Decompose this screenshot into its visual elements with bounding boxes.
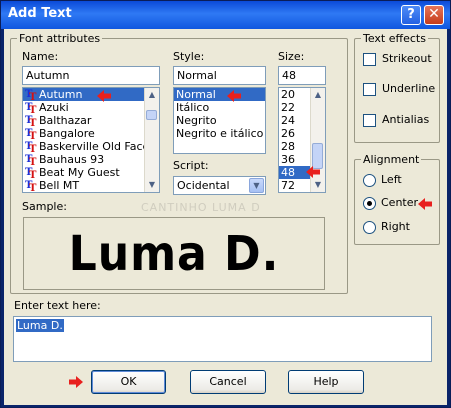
list-items: T T Autumn T T Azuki T T Balthazar T T Bangalore T T B…	[23, 88, 159, 192]
truetype-font-icon: TT	[25, 127, 37, 142]
align-right-radio[interactable]	[363, 221, 376, 234]
script-value: Ocidental	[177, 179, 230, 192]
list-item-label: 26	[281, 127, 295, 140]
underline-label: Underline	[382, 82, 436, 95]
sample-text: Luma D.	[68, 226, 280, 282]
list-item[interactable]: Normal	[174, 88, 265, 101]
list-item-label: 28	[281, 140, 295, 153]
list-item-label: Autumn	[39, 88, 83, 101]
alignment-legend: Alignment	[363, 153, 420, 166]
list-item[interactable]: Itálico	[174, 101, 265, 114]
scroll-thumb[interactable]	[146, 110, 157, 120]
list-item[interactable]: T T Bauhaus 93	[23, 153, 159, 168]
strikeout-checkbox[interactable]	[363, 53, 376, 66]
script-label: Script:	[173, 159, 209, 172]
font-name-list[interactable]: T T Autumn T T Azuki T T Balthazar T T Bangalore T T B…	[22, 87, 160, 193]
scroll-up-icon[interactable]: ▲	[145, 88, 159, 102]
enter-text-label: Enter text here:	[14, 299, 101, 312]
entered-text: Luma D.	[16, 319, 64, 332]
strikeout-label: Strikeout	[382, 52, 432, 65]
list-item-label: 24	[281, 114, 295, 127]
list-item-label: Negrito	[176, 114, 217, 127]
list-item-label: 22	[281, 101, 295, 114]
list-item-label: Balthazar	[39, 114, 92, 127]
truetype-font-icon: TT	[25, 166, 37, 181]
list-items: Normal Itálico Negrito Negrito e itálico	[174, 88, 265, 140]
list-item[interactable]: Negrito	[174, 114, 265, 127]
align-left-label: Left	[381, 173, 402, 186]
sample-label: Sample:	[22, 200, 67, 213]
enter-text-area[interactable]: Luma D.	[13, 316, 432, 362]
list-item-label: Itálico	[176, 101, 210, 114]
font-attributes-legend: Font attributes	[19, 32, 101, 45]
text-effects-legend: Text effects	[363, 32, 426, 45]
list-item-label: 72	[281, 179, 295, 192]
list-item-label: Bauhaus 93	[39, 153, 105, 166]
list-item[interactable]: T T Beat My Guest	[23, 166, 159, 181]
help-button[interactable]: Help	[288, 370, 364, 394]
list-item[interactable]: T T Autumn	[23, 88, 159, 103]
list-item[interactable]: T T Balthazar	[23, 114, 159, 129]
list-item-label: Bell MT	[39, 179, 80, 192]
truetype-font-icon: TT	[25, 153, 37, 168]
red-arrow-icon	[68, 375, 84, 389]
truetype-font-icon: TT	[25, 101, 37, 116]
truetype-font-icon: TT	[25, 114, 37, 129]
size-label: Size:	[278, 50, 305, 63]
truetype-font-icon: TT	[25, 88, 37, 103]
truetype-font-icon: TT	[25, 179, 37, 193]
dialog-body: Font attributes Name: Autumn T T Autumn T T A…	[4, 29, 447, 405]
title-bar[interactable]: Add Text ? ✕	[1, 1, 450, 29]
scroll-down-icon[interactable]: ▼	[145, 178, 159, 192]
style-list[interactable]: Normal Itálico Negrito Negrito e itálico	[173, 87, 266, 154]
underline-checkbox[interactable]	[363, 83, 376, 96]
list-item[interactable]: Negrito e itálico	[174, 127, 265, 140]
scroll-up-icon[interactable]: ▲	[311, 88, 325, 102]
style-label: Style:	[173, 50, 205, 63]
list-item[interactable]: T T Bell MT	[23, 179, 159, 192]
antialias-label: Antialias	[382, 113, 430, 126]
align-center-label: Center	[381, 196, 419, 209]
red-arrow-icon	[96, 89, 112, 103]
name-label: Name:	[22, 50, 59, 63]
list-item-label: 20	[281, 88, 295, 101]
window-title: Add Text	[8, 6, 72, 21]
truetype-font-icon: TT	[25, 140, 37, 155]
list-item-label: 36	[281, 153, 295, 166]
style-input[interactable]: Normal	[173, 66, 266, 85]
cancel-button[interactable]: Cancel	[190, 370, 266, 394]
align-center-radio[interactable]	[363, 197, 376, 210]
align-right-label: Right	[381, 220, 410, 233]
close-button[interactable]: ✕	[424, 5, 444, 25]
sample-preview: Luma D.	[23, 217, 325, 290]
list-item[interactable]: T T Azuki	[23, 101, 159, 116]
list-item-label: Beat My Guest	[39, 166, 120, 179]
list-item-label: Negrito e itálico	[176, 127, 264, 140]
list-item-label: Azuki	[39, 101, 69, 114]
ok-button[interactable]: OK	[91, 370, 166, 394]
script-select[interactable]: Ocidental ▼	[173, 176, 266, 195]
red-arrow-icon	[417, 197, 433, 211]
add-text-dialog: Add Text ? ✕ Font attributes Name: Autum…	[0, 0, 451, 408]
list-item-label: Normal	[176, 88, 216, 101]
list-item-label: Baskerville Old Face	[39, 140, 150, 153]
scroll-down-icon[interactable]: ▼	[311, 178, 325, 192]
antialias-checkbox[interactable]	[363, 114, 376, 127]
list-item[interactable]: T T Baskerville Old Face	[23, 140, 159, 155]
size-input[interactable]: 48	[278, 66, 326, 85]
chevron-down-icon[interactable]: ▼	[249, 178, 264, 193]
help-title-button[interactable]: ?	[401, 5, 421, 25]
list-item[interactable]: T T Bangalore	[23, 127, 159, 142]
list-item-label: 48	[281, 166, 295, 179]
align-left-radio[interactable]	[363, 174, 376, 187]
red-arrow-icon	[305, 165, 321, 179]
list-item-label: Bangalore	[39, 127, 95, 140]
font-list-scrollbar[interactable]: ▲ ▼	[144, 88, 159, 192]
red-arrow-icon	[226, 89, 242, 103]
font-name-input[interactable]: Autumn	[22, 66, 160, 85]
watermark-text: CANTINHO LUMA D	[141, 201, 261, 214]
